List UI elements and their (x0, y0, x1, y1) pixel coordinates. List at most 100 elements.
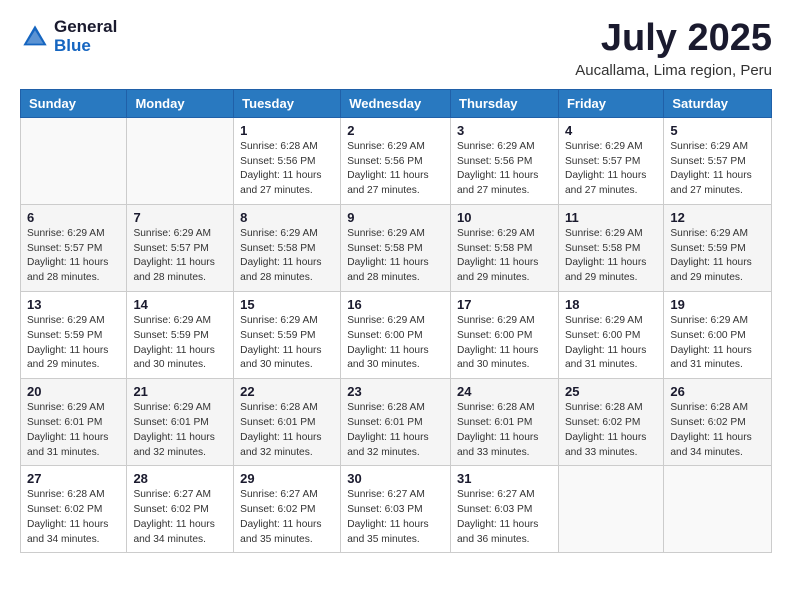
day-info: Sunrise: 6:29 AM Sunset: 5:58 PM Dayligh… (457, 227, 552, 286)
day-info: Sunrise: 6:29 AM Sunset: 5:58 PM Dayligh… (240, 227, 334, 286)
day-number: 2 (347, 123, 444, 138)
calendar-cell: 27 Sunrise: 6:28 AM Sunset: 6:02 PM Dayli… (21, 466, 127, 553)
day-info: Sunrise: 6:29 AM Sunset: 6:00 PM Dayligh… (670, 314, 765, 373)
col-header-thursday: Thursday (451, 89, 559, 117)
day-number: 1 (240, 123, 334, 138)
calendar-week-2: 13 Sunrise: 6:29 AM Sunset: 5:59 PM Dayli… (21, 292, 772, 379)
calendar-cell: 6Sunrise: 6:29 AM Sunset: 5:57 PM Daylig… (21, 204, 127, 291)
day-info: Sunrise: 6:28 AM Sunset: 6:01 PM Dayligh… (240, 401, 334, 460)
day-number: 18 (565, 297, 657, 312)
calendar-cell: 9Sunrise: 6:29 AM Sunset: 5:58 PM Daylig… (341, 204, 451, 291)
day-number: 5 (670, 123, 765, 138)
calendar-cell (21, 117, 127, 204)
calendar-cell: 8 Sunrise: 6:29 AM Sunset: 5:58 PM Daylig… (234, 204, 341, 291)
day-number: 11 (565, 210, 657, 225)
day-info: Sunrise: 6:29 AM Sunset: 5:57 PM Dayligh… (670, 140, 765, 199)
day-number: 23 (347, 384, 444, 399)
calendar-week-4: 27 Sunrise: 6:28 AM Sunset: 6:02 PM Dayli… (21, 466, 772, 553)
calendar-header-row: SundayMondayTuesdayWednesdayThursdayFrid… (21, 89, 772, 117)
calendar-cell: 16 Sunrise: 6:29 AM Sunset: 6:00 PM Dayli… (341, 292, 451, 379)
col-header-saturday: Saturday (664, 89, 772, 117)
day-info: Sunrise: 6:29 AM Sunset: 6:00 PM Dayligh… (565, 314, 657, 373)
day-number: 16 (347, 297, 444, 312)
day-number: 4 (565, 123, 657, 138)
logo-blue: Blue (54, 37, 117, 56)
calendar-week-1: 6Sunrise: 6:29 AM Sunset: 5:57 PM Daylig… (21, 204, 772, 291)
calendar-cell: 7 Sunrise: 6:29 AM Sunset: 5:57 PM Daylig… (127, 204, 234, 291)
day-info: Sunrise: 6:29 AM Sunset: 5:59 PM Dayligh… (240, 314, 334, 373)
calendar-cell: 28Sunrise: 6:27 AM Sunset: 6:02 PM Dayli… (127, 466, 234, 553)
calendar-cell: 12 Sunrise: 6:29 AM Sunset: 5:59 PM Dayli… (664, 204, 772, 291)
day-info: Sunrise: 6:27 AM Sunset: 6:02 PM Dayligh… (240, 488, 334, 547)
day-number: 7 (133, 210, 227, 225)
day-info: Sunrise: 6:29 AM Sunset: 6:01 PM Dayligh… (133, 401, 227, 460)
day-number: 25 (565, 384, 657, 399)
calendar-cell: 11 Sunrise: 6:29 AM Sunset: 5:58 PM Dayli… (558, 204, 663, 291)
day-number: 24 (457, 384, 552, 399)
day-number: 8 (240, 210, 334, 225)
calendar-cell: 3Sunrise: 6:29 AM Sunset: 5:56 PM Daylig… (451, 117, 559, 204)
calendar-cell: 22 Sunrise: 6:28 AM Sunset: 6:01 PM Dayli… (234, 379, 341, 466)
day-number: 29 (240, 471, 334, 486)
col-header-friday: Friday (558, 89, 663, 117)
day-info: Sunrise: 6:29 AM Sunset: 6:01 PM Dayligh… (27, 401, 120, 460)
day-info: Sunrise: 6:29 AM Sunset: 5:57 PM Dayligh… (27, 227, 120, 286)
day-number: 19 (670, 297, 765, 312)
logo-text: General Blue (54, 18, 117, 55)
calendar-cell: 31Sunrise: 6:27 AM Sunset: 6:03 PM Dayli… (451, 466, 559, 553)
calendar-cell: 1Sunrise: 6:28 AM Sunset: 5:56 PM Daylig… (234, 117, 341, 204)
day-info: Sunrise: 6:29 AM Sunset: 5:59 PM Dayligh… (670, 227, 765, 286)
day-info: Sunrise: 6:28 AM Sunset: 6:01 PM Dayligh… (347, 401, 444, 460)
calendar-cell: 17Sunrise: 6:29 AM Sunset: 6:00 PM Dayli… (451, 292, 559, 379)
day-number: 13 (27, 297, 120, 312)
day-info: Sunrise: 6:29 AM Sunset: 6:00 PM Dayligh… (457, 314, 552, 373)
subtitle: Aucallama, Lima region, Peru (575, 62, 772, 79)
main-title: July 2025 (575, 18, 772, 60)
calendar-cell: 29 Sunrise: 6:27 AM Sunset: 6:02 PM Dayli… (234, 466, 341, 553)
day-number: 15 (240, 297, 334, 312)
calendar-cell (558, 466, 663, 553)
calendar-cell: 5 Sunrise: 6:29 AM Sunset: 5:57 PM Daylig… (664, 117, 772, 204)
col-header-tuesday: Tuesday (234, 89, 341, 117)
day-info: Sunrise: 6:29 AM Sunset: 5:57 PM Dayligh… (565, 140, 657, 199)
day-number: 27 (27, 471, 120, 486)
calendar-cell: 15 Sunrise: 6:29 AM Sunset: 5:59 PM Dayli… (234, 292, 341, 379)
day-number: 21 (133, 384, 227, 399)
calendar-cell: 26Sunrise: 6:28 AM Sunset: 6:02 PM Dayli… (664, 379, 772, 466)
day-number: 22 (240, 384, 334, 399)
day-info: Sunrise: 6:29 AM Sunset: 5:58 PM Dayligh… (565, 227, 657, 286)
logo-icon (20, 22, 50, 52)
day-number: 30 (347, 471, 444, 486)
title-block: July 2025 Aucallama, Lima region, Peru (575, 18, 772, 79)
day-info: Sunrise: 6:29 AM Sunset: 5:59 PM Dayligh… (133, 314, 227, 373)
calendar-cell: 20 Sunrise: 6:29 AM Sunset: 6:01 PM Dayli… (21, 379, 127, 466)
day-number: 20 (27, 384, 120, 399)
day-number: 12 (670, 210, 765, 225)
day-info: Sunrise: 6:27 AM Sunset: 6:03 PM Dayligh… (347, 488, 444, 547)
day-number: 3 (457, 123, 552, 138)
calendar-cell: 18 Sunrise: 6:29 AM Sunset: 6:00 PM Dayli… (558, 292, 663, 379)
day-number: 9 (347, 210, 444, 225)
calendar-cell (664, 466, 772, 553)
day-info: Sunrise: 6:29 AM Sunset: 5:56 PM Dayligh… (347, 140, 444, 199)
calendar-cell: 24Sunrise: 6:28 AM Sunset: 6:01 PM Dayli… (451, 379, 559, 466)
day-info: Sunrise: 6:29 AM Sunset: 6:00 PM Dayligh… (347, 314, 444, 373)
calendar-cell: 23 Sunrise: 6:28 AM Sunset: 6:01 PM Dayli… (341, 379, 451, 466)
calendar-cell: 10Sunrise: 6:29 AM Sunset: 5:58 PM Dayli… (451, 204, 559, 291)
page: General Blue July 2025 Aucallama, Lima r… (0, 0, 792, 612)
col-header-sunday: Sunday (21, 89, 127, 117)
calendar-cell: 21 Sunrise: 6:29 AM Sunset: 6:01 PM Dayli… (127, 379, 234, 466)
day-info: Sunrise: 6:28 AM Sunset: 6:02 PM Dayligh… (27, 488, 120, 547)
logo-general: General (54, 18, 117, 37)
calendar-cell: 13 Sunrise: 6:29 AM Sunset: 5:59 PM Dayli… (21, 292, 127, 379)
calendar-cell: 14Sunrise: 6:29 AM Sunset: 5:59 PM Dayli… (127, 292, 234, 379)
calendar-cell: 2 Sunrise: 6:29 AM Sunset: 5:56 PM Daylig… (341, 117, 451, 204)
calendar-cell: 30 Sunrise: 6:27 AM Sunset: 6:03 PM Dayli… (341, 466, 451, 553)
day-info: Sunrise: 6:29 AM Sunset: 5:59 PM Dayligh… (27, 314, 120, 373)
calendar-week-0: 1Sunrise: 6:28 AM Sunset: 5:56 PM Daylig… (21, 117, 772, 204)
calendar-table: SundayMondayTuesdayWednesdayThursdayFrid… (20, 89, 772, 554)
col-header-monday: Monday (127, 89, 234, 117)
calendar-cell: 4 Sunrise: 6:29 AM Sunset: 5:57 PM Daylig… (558, 117, 663, 204)
day-info: Sunrise: 6:29 AM Sunset: 5:57 PM Dayligh… (133, 227, 227, 286)
calendar-cell: 25Sunrise: 6:28 AM Sunset: 6:02 PM Dayli… (558, 379, 663, 466)
